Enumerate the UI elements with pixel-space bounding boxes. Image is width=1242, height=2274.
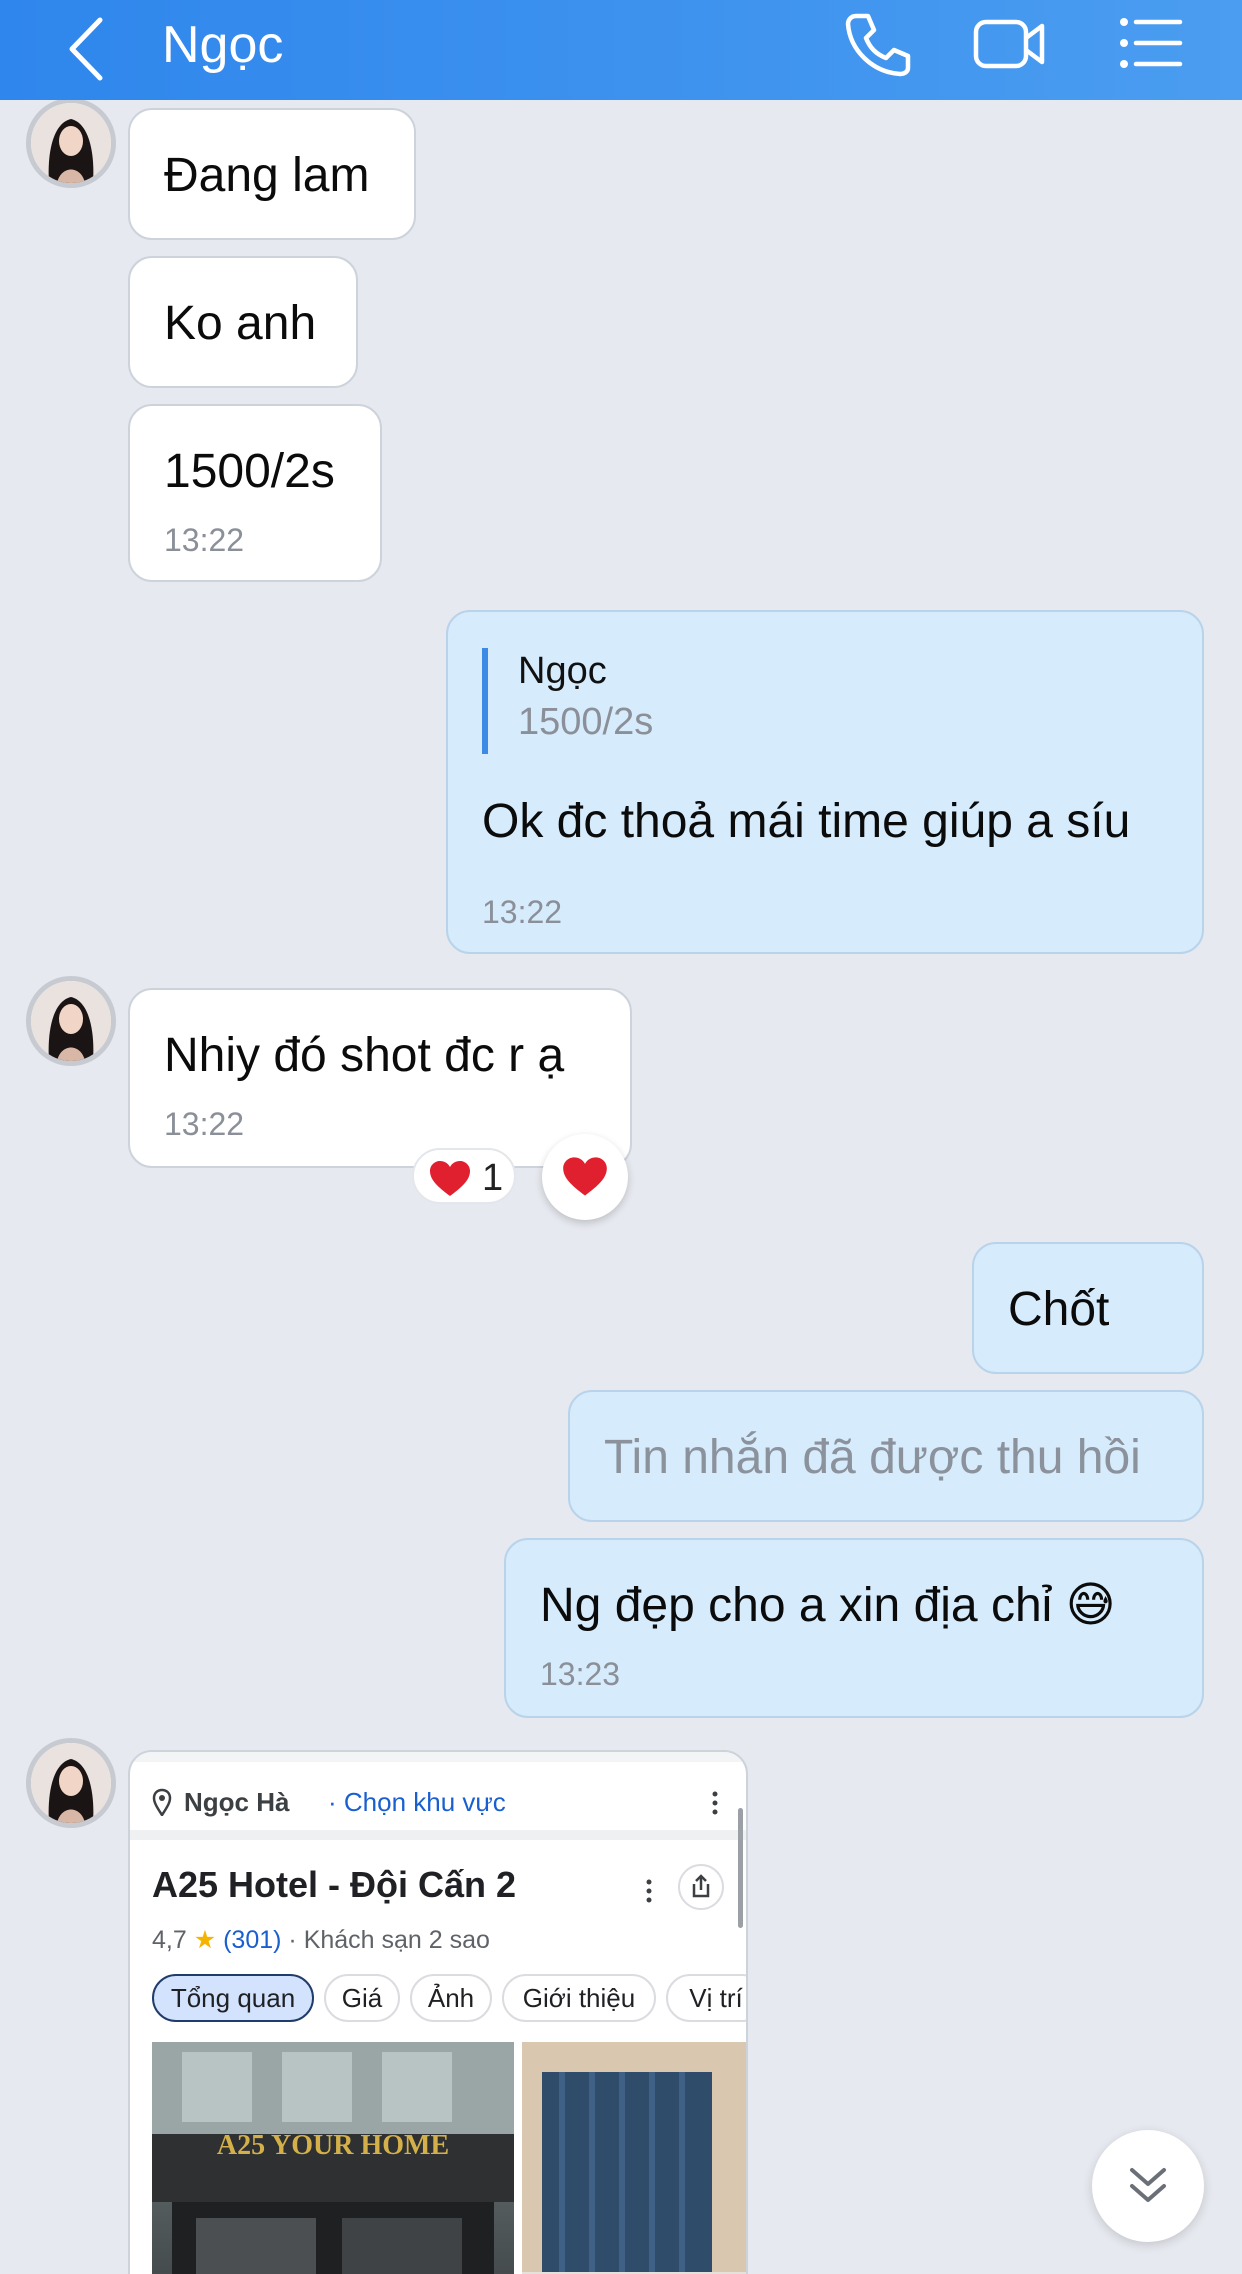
back-chevron-icon <box>69 17 103 81</box>
image-message[interactable]: Ngọc Hà · Chọn khu vực A25 Hotel - Đội C… <box>128 1750 748 2274</box>
location-name: Ngọc Hà <box>184 1787 290 1817</box>
video-camera-icon <box>973 19 1045 69</box>
choose-area-link: · Chọn khu vực <box>328 1787 506 1817</box>
cropped-status-bar <box>130 1752 746 1762</box>
message-text: Ok đc thoả mái time giúp a síu <box>482 795 1131 848</box>
message-text: Ko anh <box>164 297 317 350</box>
reaction-count: 1 <box>482 1157 504 1199</box>
contact-photo <box>31 981 111 1061</box>
reaction-summary[interactable]: 1 <box>412 1148 516 1204</box>
message-time: 13:22 <box>164 1106 245 1142</box>
back-button[interactable] <box>62 14 114 84</box>
react-button[interactable] <box>542 1134 628 1220</box>
sign-text: A25 YOUR HOME <box>217 2130 449 2161</box>
hotel-title: A25 Hotel - Đội Cấn 2 <box>152 1864 517 1905</box>
review-count: (301) <box>223 1926 282 1954</box>
message-text: Đang lam <box>164 149 370 202</box>
avatar[interactable] <box>26 976 116 1066</box>
tab-location: Vị trí <box>666 1974 746 2022</box>
message-bubble[interactable]: Nhiy đó shot đc r ạ 13:22 <box>128 988 632 1168</box>
call-button[interactable] <box>838 8 914 78</box>
rating-row: 4,7 ★ (301) · Khách sạn 2 sao <box>152 1922 490 1958</box>
message-time: 13:23 <box>540 1656 621 1692</box>
scroll-to-bottom-button[interactable] <box>1092 2130 1204 2242</box>
rating-value: 4,7 <box>152 1926 187 1954</box>
heart-icon <box>430 1161 470 1196</box>
heart-icon <box>563 1157 607 1196</box>
recalled-message-bubble[interactable]: Tin nhắn đã được thu hồi <box>568 1390 1204 1522</box>
avatar[interactable] <box>26 98 116 188</box>
tab-photos: Ảnh <box>410 1974 492 2022</box>
message-bubble[interactable]: Ko anh <box>128 256 358 388</box>
more-vert-icon <box>712 1791 718 1815</box>
message-text: 1500/2s <box>164 445 335 498</box>
hotel-category: · Khách sạn 2 sao <box>288 1926 490 1954</box>
contact-name[interactable]: Ngọc <box>162 10 283 80</box>
message-bubble[interactable]: Đang lam <box>128 108 416 240</box>
scrollbar <box>738 1808 743 1928</box>
message-text: Chốt <box>1008 1283 1110 1336</box>
message-bubble[interactable]: 1500/2s 13:22 <box>128 404 382 582</box>
message-bubble[interactable]: Ngọc 1500/2s Ok đc thoả mái time giúp a … <box>446 610 1204 954</box>
quote-text: 1500/2s <box>518 701 654 743</box>
hotel-room-photo <box>522 2042 746 2274</box>
list-menu-icon <box>1120 18 1183 68</box>
video-call-button[interactable] <box>972 8 1048 78</box>
star-icon: ★ <box>193 1926 217 1954</box>
message-text: Nhiy đó shot đc r ạ <box>164 1029 565 1082</box>
message-time: 13:22 <box>482 894 563 930</box>
location-pin-icon <box>152 1788 172 1816</box>
options-button[interactable] <box>1112 8 1188 78</box>
reply-quote[interactable]: Ngọc 1500/2s <box>482 648 653 754</box>
message-text: Ng đẹp cho a xin địa chỉ 😅 <box>540 1579 1116 1632</box>
chat-header: Ngọc <box>0 0 1242 100</box>
message-time: 13:22 <box>164 522 245 558</box>
tab-about: Giới thiệu <box>502 1974 656 2022</box>
phone-icon <box>845 13 911 77</box>
tab-price: Giá <box>324 1974 400 2022</box>
message-bubble[interactable]: Ng đẹp cho a xin địa chỉ 😅 13:23 <box>504 1538 1204 1718</box>
hotel-photo: A25 YOUR HOME <box>152 2042 514 2274</box>
contact-photo <box>31 1743 111 1823</box>
avatar[interactable] <box>26 1738 116 1828</box>
more-vert-icon <box>646 1879 652 1903</box>
message-bubble[interactable]: Chốt <box>972 1242 1204 1374</box>
share-icon <box>678 1864 724 1910</box>
contact-photo <box>31 103 111 183</box>
divider <box>130 1830 746 1840</box>
message-text: Tin nhắn đã được thu hồi <box>604 1431 1141 1484</box>
tab-overview: Tổng quan <box>152 1974 314 2022</box>
quote-sender: Ngọc <box>518 650 607 692</box>
double-chevron-down-icon <box>1130 2168 1166 2202</box>
